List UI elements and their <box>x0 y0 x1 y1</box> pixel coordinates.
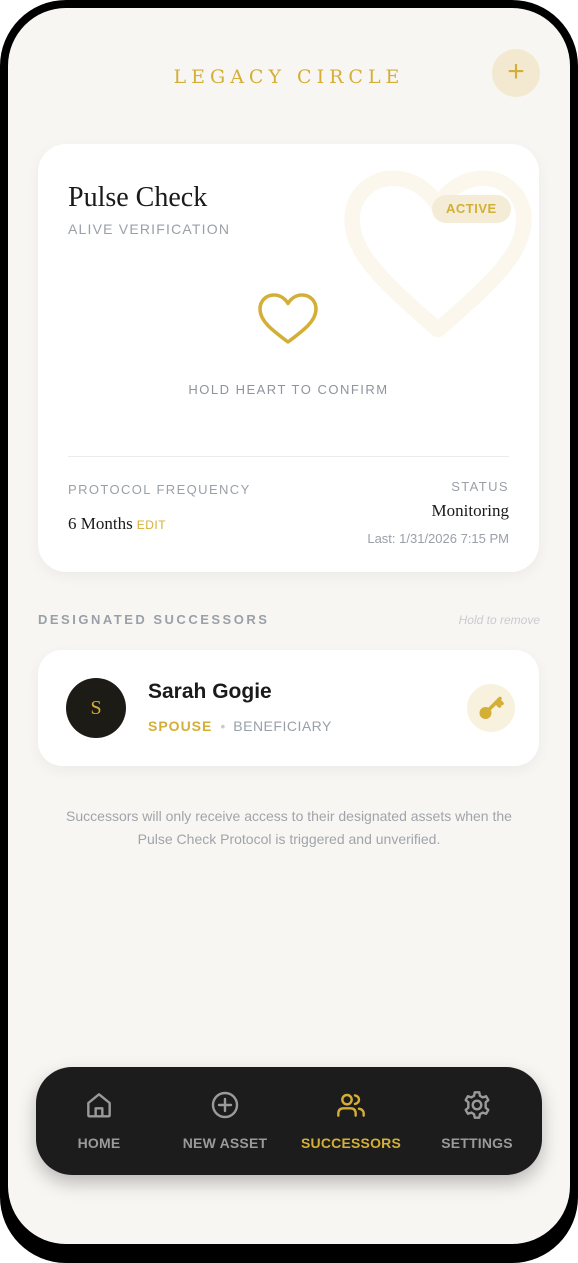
app-screen: LEGACY CIRCLE + Pulse Check ALIVE VERIFI… <box>8 8 570 1244</box>
plus-circle-icon <box>211 1091 239 1119</box>
protocol-frequency-label: PROTOCOL FREQUENCY <box>68 482 251 497</box>
status-badge: ACTIVE <box>432 195 511 223</box>
avatar: S <box>66 678 126 738</box>
successor-card[interactable]: S Sarah Gogie SPOUSE • BENEFICIARY <box>38 650 539 766</box>
nav-new-asset-label: NEW ASSET <box>182 1135 268 1151</box>
add-button[interactable]: + <box>492 49 540 97</box>
key-icon <box>479 696 504 719</box>
status-label: STATUS <box>451 479 509 494</box>
pulse-check-title: Pulse Check <box>68 182 208 213</box>
protocol-frequency-value: 6 Months EDIT <box>68 514 166 534</box>
meta-separator: • <box>220 718 226 734</box>
successor-name: Sarah Gogie <box>148 680 272 703</box>
app-title: LEGACY CIRCLE <box>173 66 405 88</box>
successor-role: BENEFICIARY <box>233 718 332 734</box>
nav-successors-label: SUCCESSORS <box>300 1135 402 1151</box>
pulse-check-card: Pulse Check ALIVE VERIFICATION ACTIVE HO… <box>38 144 539 572</box>
last-check-timestamp: Last: 1/31/2026 7:15 PM <box>367 531 509 546</box>
nav-home[interactable]: HOME <box>36 1067 162 1175</box>
background-heart-icon <box>344 170 532 338</box>
nav-settings-label: SETTINGS <box>441 1135 513 1151</box>
home-icon <box>87 1093 111 1118</box>
card-divider <box>68 456 509 457</box>
bottom-nav: HOME NEW ASSET SUCCESSORS SETTINGS <box>36 1067 542 1175</box>
status-value: Monitoring <box>431 501 509 520</box>
hold-heart-label: HOLD HEART TO CONFIRM <box>188 382 389 397</box>
gear-icon <box>464 1091 490 1119</box>
pulse-check-subtitle: ALIVE VERIFICATION <box>68 221 231 237</box>
frequency-value: 6 Months <box>68 514 133 533</box>
phone-frame: LEGACY CIRCLE + Pulse Check ALIVE VERIFI… <box>0 0 578 1263</box>
users-icon <box>337 1093 365 1117</box>
nav-home-label: HOME <box>77 1135 121 1151</box>
heart-icon[interactable] <box>256 290 320 348</box>
plus-icon: + <box>507 55 525 88</box>
access-key-button[interactable] <box>467 684 515 732</box>
successor-meta: SPOUSE • BENEFICIARY <box>148 718 332 734</box>
successor-relation: SPOUSE <box>148 718 213 734</box>
nav-new-asset[interactable]: NEW ASSET <box>162 1067 288 1175</box>
nav-successors[interactable]: SUCCESSORS <box>288 1067 414 1175</box>
successors-section-title: DESIGNATED SUCCESSORS <box>38 612 270 627</box>
hold-to-remove-hint: Hold to remove <box>458 613 540 627</box>
nav-settings[interactable]: SETTINGS <box>414 1067 540 1175</box>
successors-note: Successors will only receive access to t… <box>66 808 512 847</box>
edit-frequency-link[interactable]: EDIT <box>137 518 166 532</box>
